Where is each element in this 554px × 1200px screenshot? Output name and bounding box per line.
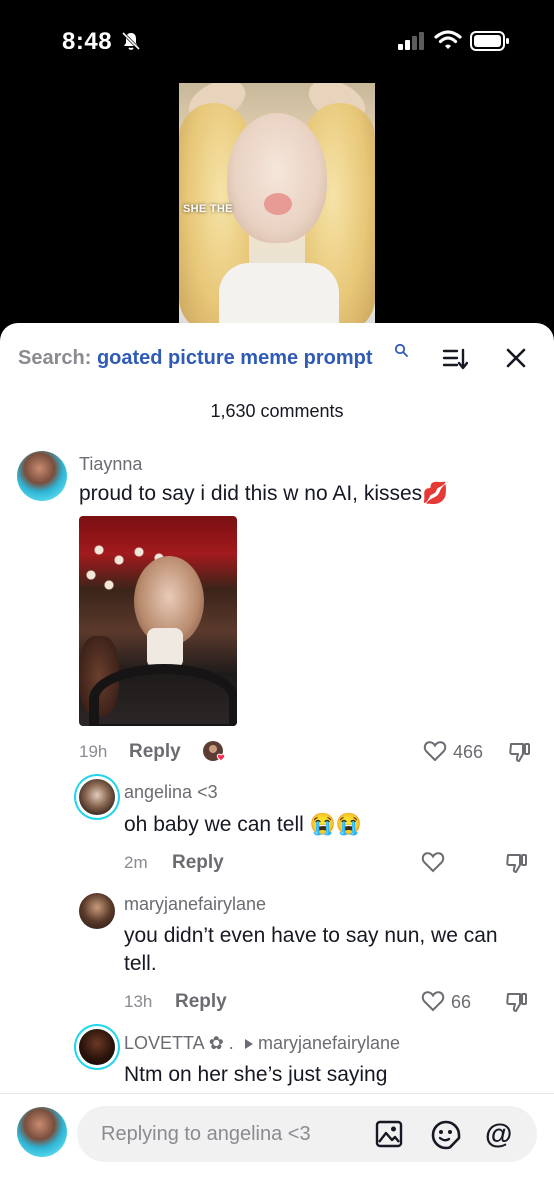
heart-icon[interactable] xyxy=(421,851,445,873)
image-icon[interactable] xyxy=(375,1120,403,1148)
search-query: goated picture meme prompt xyxy=(96,347,373,369)
comment-username[interactable]: maryjanefairylane xyxy=(124,894,266,915)
avatar[interactable] xyxy=(79,779,115,815)
mention-icon[interactable]: @ xyxy=(485,1118,512,1150)
reply-bar: Replying to angelina <3 @ xyxy=(0,1093,554,1200)
comment-text: you didn’t even have to say nun, we can xyxy=(124,924,498,947)
search-prefix: Search: xyxy=(18,347,92,369)
search-icon xyxy=(394,343,408,357)
like-count: 466 xyxy=(453,742,484,762)
search-suggestion[interactable]: Search: goated picture meme prompt xyxy=(18,347,373,370)
video-overlay-text: SHE THE xyxy=(183,203,233,215)
current-user-avatar[interactable] xyxy=(17,1107,67,1157)
dislike-icon[interactable] xyxy=(508,740,532,764)
creator-liked-icon xyxy=(203,741,226,762)
comment-text: proud to say i did this w no AI, kisses💋 xyxy=(79,482,449,505)
dislike-icon[interactable] xyxy=(505,851,529,875)
comment-username[interactable]: angelina <3 xyxy=(124,782,218,803)
reply-input[interactable]: Replying to angelina <3 @ xyxy=(77,1106,537,1162)
status-time: 8:48 xyxy=(62,28,113,55)
comment-text: oh baby we can tell 😭😭 xyxy=(124,813,362,836)
comment-time: 13h xyxy=(124,992,153,1011)
heart-icon[interactable] xyxy=(421,990,445,1012)
search-row: Search: goated picture meme prompt xyxy=(0,323,554,393)
reply-arrow-icon xyxy=(245,1039,253,1049)
bell-muted-icon xyxy=(121,31,141,51)
comment-username[interactable]: LOVETTA ✿ . xyxy=(124,1033,234,1054)
wifi-icon xyxy=(434,30,462,49)
emoji-icon[interactable] xyxy=(430,1119,462,1151)
avatar[interactable] xyxy=(17,451,67,501)
comment-photo[interactable] xyxy=(79,516,237,726)
heart-icon[interactable] xyxy=(423,740,447,762)
status-bar: 8:48 xyxy=(0,0,554,80)
reply-button[interactable]: Reply xyxy=(129,741,181,763)
sort-icon[interactable] xyxy=(442,347,468,371)
avatar[interactable] xyxy=(79,1029,115,1065)
comments-sheet: Search: goated picture meme prompt 1,630… xyxy=(0,323,554,1200)
comment-count: 1,630 comments xyxy=(210,401,344,421)
dislike-icon[interactable] xyxy=(505,990,529,1014)
avatar[interactable] xyxy=(79,893,115,929)
like-count: 66 xyxy=(451,992,472,1012)
comment-text: Ntm on her she’s just saying xyxy=(124,1063,388,1086)
reply-placeholder: Replying to angelina <3 xyxy=(101,1123,311,1145)
comment-username[interactable]: Tiaynna xyxy=(79,454,142,475)
video-preview[interactable]: SHE THE xyxy=(179,83,375,328)
reply-button[interactable]: Reply xyxy=(175,991,227,1013)
reply-button[interactable]: Reply xyxy=(172,852,224,874)
comment-time: 19h xyxy=(79,742,108,761)
battery-icon xyxy=(470,31,509,51)
close-icon[interactable] xyxy=(505,347,527,369)
comment-time: 2m xyxy=(124,853,148,872)
reply-to-username[interactable]: maryjanefairylane xyxy=(258,1033,400,1054)
comment-text-line2: tell. xyxy=(124,952,157,975)
cell-signal-icon xyxy=(398,32,424,50)
